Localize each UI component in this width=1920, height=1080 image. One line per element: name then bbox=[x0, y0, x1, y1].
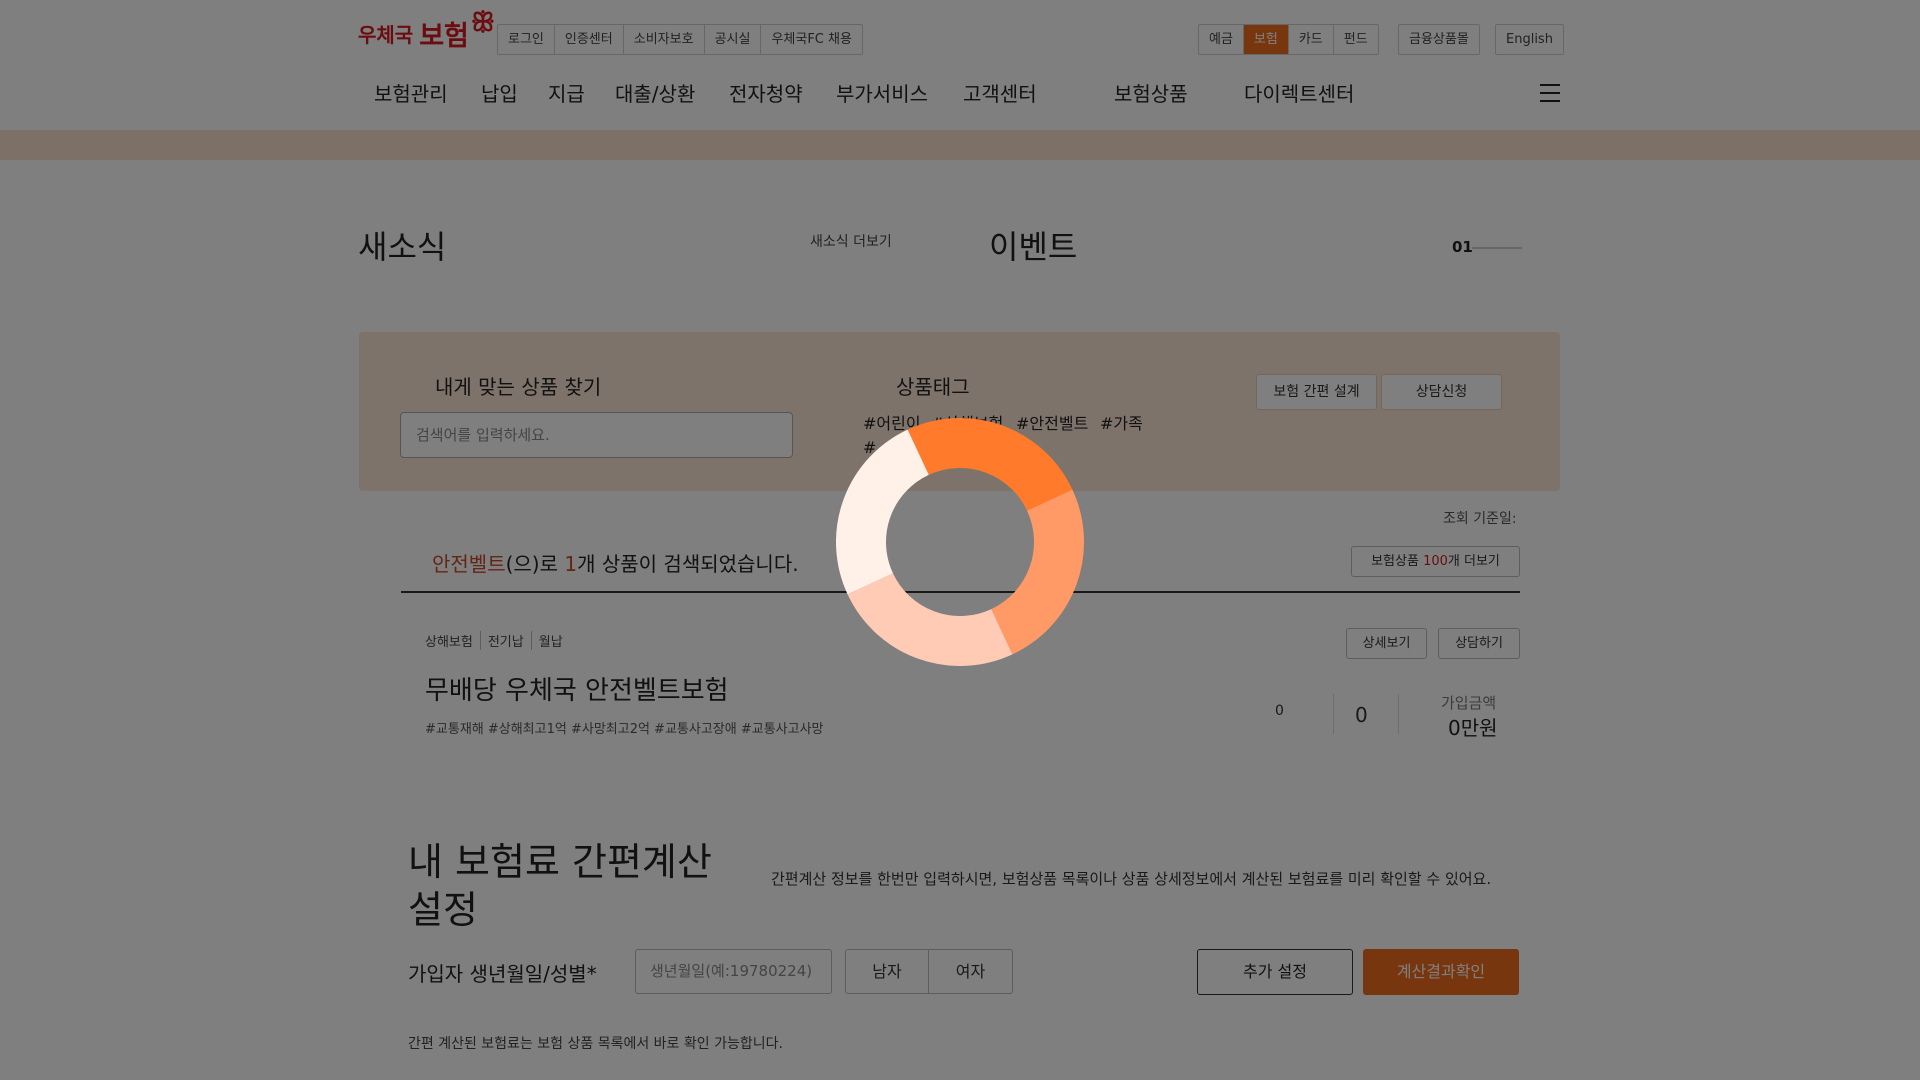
loading-spinner-icon bbox=[836, 418, 1084, 666]
loading-overlay bbox=[0, 0, 1920, 1080]
